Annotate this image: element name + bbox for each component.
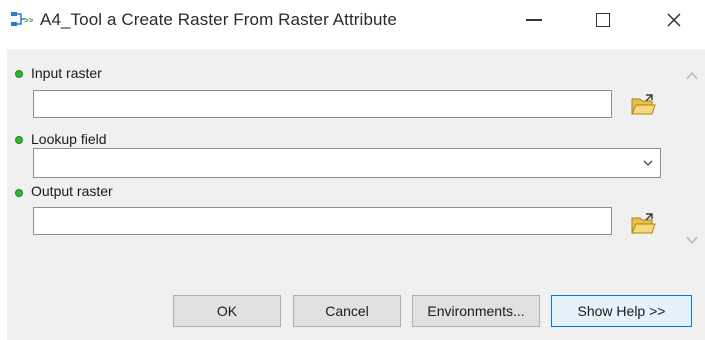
minimize-icon <box>526 19 542 21</box>
minimize-button[interactable] <box>505 0 563 40</box>
input-raster-label: Input raster <box>31 65 102 81</box>
lookup-field-label: Lookup field <box>31 131 107 147</box>
scroll-up-icon[interactable] <box>685 69 699 83</box>
output-raster-field[interactable] <box>33 207 612 235</box>
input-raster-browse-button[interactable] <box>627 88 659 122</box>
svg-text:>>: >> <box>24 16 34 25</box>
maximize-button[interactable] <box>574 0 632 40</box>
window-title: A4_Tool a Create Raster From Raster Attr… <box>40 10 397 29</box>
output-raster-label: Output raster <box>31 183 113 199</box>
cancel-button[interactable]: Cancel <box>293 295 401 327</box>
ok-button[interactable]: OK <box>173 295 281 327</box>
required-indicator-icon <box>15 189 23 197</box>
title-bar[interactable]: >> A4_Tool a Create Raster From Raster A… <box>0 0 705 44</box>
maximize-icon <box>596 13 610 27</box>
scroll-down-icon[interactable] <box>685 233 699 247</box>
environments-button[interactable]: Environments... <box>412 295 540 327</box>
close-icon <box>667 13 681 27</box>
required-indicator-icon <box>15 70 23 78</box>
input-raster-field[interactable] <box>33 90 612 118</box>
folder-open-icon <box>631 213 656 234</box>
output-raster-browse-button[interactable] <box>627 207 659 241</box>
model-tool-icon: >> <box>10 9 36 31</box>
required-indicator-icon <box>15 136 23 144</box>
show-help-button[interactable]: Show Help >> <box>551 295 692 327</box>
lookup-field-dropdown[interactable] <box>33 148 661 178</box>
chevron-down-icon <box>643 160 653 166</box>
folder-open-icon <box>631 94 656 115</box>
close-button[interactable] <box>645 0 703 40</box>
vertical-scrollbar[interactable] <box>679 49 705 271</box>
